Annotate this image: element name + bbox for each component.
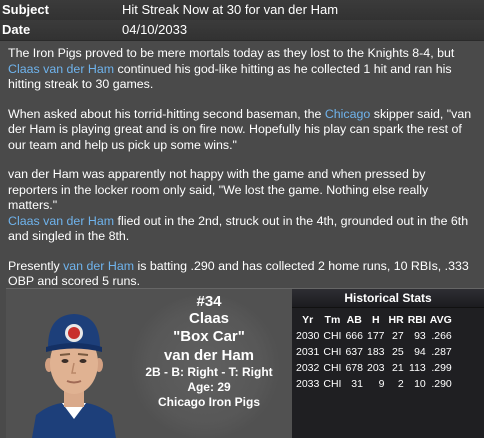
col-header: AB [346,314,362,326]
stat-cell: 31 [351,378,363,390]
team-link[interactable]: Chicago [325,107,370,121]
historical-stats-panel: Historical Stats Yr Tm AB H HR RBI AVG 2… [292,289,484,438]
subject-row: Subject Hit Streak Now at 30 for van der… [0,0,484,20]
stat-cell: 9 [378,378,385,390]
stat-cell: 183 [366,346,385,358]
stat-cell: 177 [366,330,385,342]
stats-header-row: Yr Tm AB H HR RBI AVG [294,312,454,328]
col-header: AVG [429,314,452,326]
stat-cell: .299 [431,362,452,374]
stat-cell: .287 [431,346,452,358]
paragraph-text: Presently [8,258,64,273]
col-header: HR [388,314,404,326]
date-value: 04/10/2033 [122,22,188,37]
player-first-name: Claas [188,310,230,327]
stats-row: 2031 CHI 637 183 25 94 .287 [294,344,454,360]
date-row: Date 04/10/2033 [0,20,484,41]
stat-cell: 2030 [296,330,320,342]
player-nickname: "Box Car" [173,328,245,345]
player-team: Chicago Iron Pigs [157,395,260,409]
stat-cell: CHI [323,330,342,342]
col-header: Tm [324,314,341,326]
stat-cell: 203 [366,362,385,374]
player-card: #34 Claas "Box Car" van der Ham 2B - B: … [6,288,484,438]
stat-cell: .290 [431,378,452,390]
stat-cell: 2031 [296,346,320,358]
article-body: The Iron Pigs proved to be mere mortals … [8,46,474,304]
stats-row: 2033 CHI 31 9 2 10 .290 [294,376,454,392]
stat-cell: 637 [345,346,363,358]
stats-row: 2030 CHI 666 177 27 93 .266 [294,328,454,344]
player-info: #34 Claas "Box Car" van der Ham 2B - B: … [124,293,294,410]
article-paragraph-4: Presently van der Ham is batting .290 an… [8,259,474,290]
paragraph-text: The Iron Pigs proved to be mere mortals … [8,46,455,60]
stats-table: Yr Tm AB H HR RBI AVG 2030 CHI 666 177 2… [294,312,454,392]
stat-cell: CHI [323,346,342,358]
paragraph-text: van der Ham was apparently not happy wit… [8,167,429,212]
article-paragraph-3: van der Ham was apparently not happy wit… [8,167,474,245]
stat-cell: 25 [392,346,404,358]
player-position: 2B - B: Right - T: Right [145,365,273,379]
stats-row: 2032 CHI 678 203 21 113 .299 [294,360,454,376]
stat-cell: 678 [345,362,363,374]
stat-cell: 27 [392,330,404,342]
stat-cell: 113 [409,362,426,374]
stat-cell: .266 [431,330,452,342]
date-label: Date [2,22,31,37]
stat-cell: 21 [392,362,404,374]
player-last-name: van der Ham [163,347,255,364]
stat-cell: 666 [345,330,363,342]
col-header: H [371,314,380,326]
player-link[interactable]: Claas van der Ham [8,214,114,228]
paragraph-text: When asked about his torrid-hitting seco… [8,106,325,121]
stat-cell: 94 [414,346,426,358]
player-number: #34 [196,293,222,310]
stat-cell: CHI [323,378,342,390]
player-photo[interactable] [28,303,120,438]
stat-cell: 10 [414,378,426,390]
article-paragraph-1: The Iron Pigs proved to be mere mortals … [8,46,474,93]
stat-cell: 93 [414,330,426,342]
stat-cell: 2 [397,378,404,390]
player-age: Age: 29 [187,380,231,394]
subject-label: Subject [2,2,49,17]
article-paragraph-2: When asked about his torrid-hitting seco… [8,107,474,154]
stat-cell: CHI [323,362,342,374]
stats-title: Historical Stats [292,289,484,308]
stat-cell: 2033 [296,378,320,390]
player-link[interactable]: Claas van der Ham [8,62,114,76]
col-header: Yr [302,314,314,326]
stat-cell: 2032 [296,362,320,374]
subject-value: Hit Streak Now at 30 for van der Ham [122,2,339,17]
player-link[interactable]: van der Ham [63,259,134,273]
col-header: RBI [407,314,426,326]
